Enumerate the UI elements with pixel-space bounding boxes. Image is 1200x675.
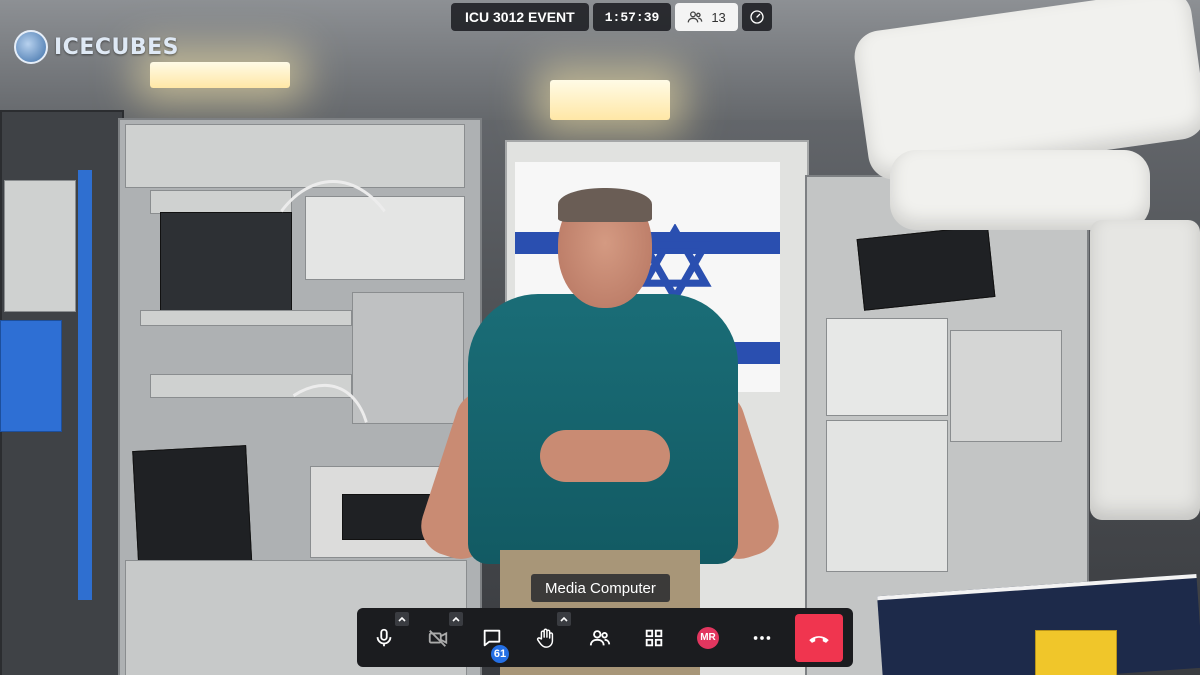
- hangup-icon: [809, 635, 829, 643]
- icecubes-logo-icon: [14, 30, 48, 64]
- rack-drawer: [826, 318, 948, 416]
- raise-hand-icon: [536, 628, 554, 648]
- reactions-options-caret[interactable]: [557, 612, 571, 626]
- tile-view-icon: [645, 629, 663, 646]
- clasped-hands: [540, 430, 670, 482]
- participants-icon: [589, 629, 611, 645]
- leave-meeting-button[interactable]: [795, 613, 843, 662]
- raise-hand-button[interactable]: [519, 608, 573, 667]
- astronaut: [413, 188, 787, 675]
- profile-button[interactable]: MR: [681, 608, 735, 667]
- connection-stats-button[interactable]: [741, 3, 772, 31]
- rack-panel: [150, 190, 292, 214]
- rack-panel: [4, 180, 76, 312]
- brand-logo-text: ICECUBES: [54, 34, 180, 60]
- stowage-bag: [1090, 220, 1200, 520]
- ceiling-light: [150, 62, 290, 88]
- chevron-up-icon: [398, 616, 406, 622]
- rack-drawer: [826, 420, 948, 572]
- microphone-icon: [376, 628, 392, 646]
- camera-off-icon: [428, 629, 448, 647]
- teal-polo-shirt: [468, 294, 738, 564]
- chevron-up-icon: [452, 616, 460, 622]
- participants-button[interactable]: [573, 608, 627, 667]
- chat-unread-badge: 61: [491, 645, 509, 663]
- more-options-button[interactable]: [735, 608, 789, 667]
- chevron-up-icon: [560, 616, 568, 622]
- meeting-title: ICU 3012 EVENT: [451, 3, 589, 31]
- tile-view-button[interactable]: [627, 608, 681, 667]
- performance-gauge-icon: [750, 10, 764, 24]
- participant-count: 13: [711, 9, 726, 25]
- call-toolbar: 61 MR: [357, 608, 853, 667]
- laptop-screen: [856, 225, 996, 311]
- microphone-button[interactable]: [357, 608, 411, 667]
- meeting-timer: 1:57:39: [592, 3, 672, 31]
- meeting-info-bar: ICU 3012 EVENT 1:57:39 13: [451, 3, 772, 31]
- speaker-name-label: Media Computer: [531, 574, 670, 602]
- ceiling-light: [550, 80, 670, 120]
- stowage-bag: [890, 150, 1150, 230]
- avatar: MR: [697, 626, 719, 649]
- chat-button[interactable]: 61: [465, 608, 519, 667]
- rack-blue-rail: [78, 170, 92, 600]
- hair: [558, 188, 652, 222]
- participants-icon: [687, 11, 703, 23]
- brand-logo: ICECUBES: [14, 30, 179, 64]
- participant-count-button[interactable]: 13: [675, 3, 738, 31]
- microphone-options-caret[interactable]: [395, 612, 409, 626]
- rack-drawer: [950, 330, 1062, 442]
- camera-options-caret[interactable]: [449, 612, 463, 626]
- rack-panel: [125, 124, 465, 188]
- yellow-label: [1035, 630, 1117, 675]
- camera-button[interactable]: [411, 608, 465, 667]
- blue-bags: [0, 320, 62, 432]
- more-icon: [753, 635, 771, 640]
